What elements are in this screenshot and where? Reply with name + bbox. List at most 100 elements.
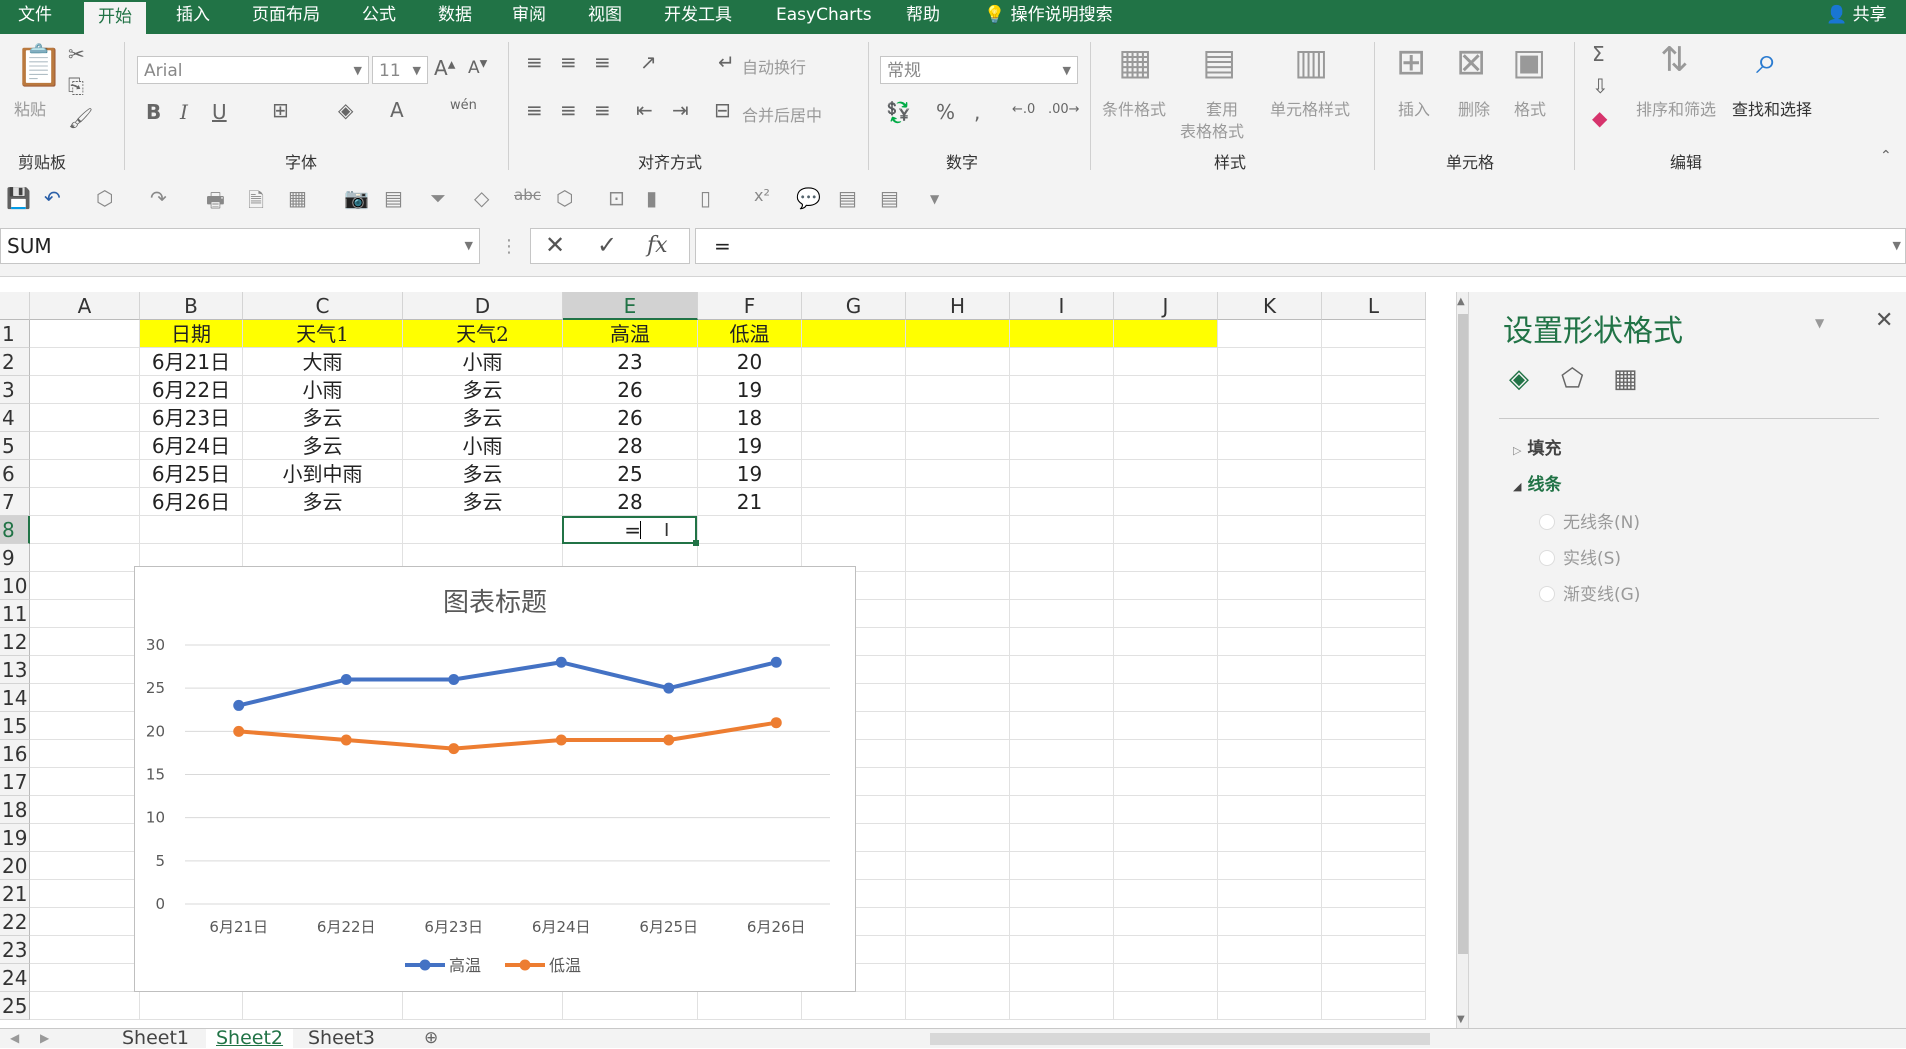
cell-h23[interactable] xyxy=(906,936,1010,964)
cell-j4[interactable] xyxy=(1114,404,1218,432)
cell-a7[interactable] xyxy=(30,488,140,516)
cell-c5[interactable]: 多云 xyxy=(243,432,403,460)
cell-i13[interactable] xyxy=(1010,656,1114,684)
find-select-button[interactable]: 查找和选择 xyxy=(1732,96,1812,120)
cell-j23[interactable] xyxy=(1114,936,1218,964)
tab-easycharts[interactable]: EasyCharts xyxy=(762,0,886,34)
add-sheet-icon[interactable]: ⊕ xyxy=(424,1029,438,1048)
align-bottom-icon[interactable]: ≡ xyxy=(594,50,611,74)
cell-i19[interactable] xyxy=(1010,824,1114,852)
format-icon[interactable]: ⊡ xyxy=(608,186,625,210)
cell-l10[interactable] xyxy=(1322,572,1426,600)
orientation-icon[interactable]: ↗ xyxy=(640,50,657,74)
row-header-21[interactable]: 21 xyxy=(0,880,30,908)
tab-view[interactable]: 视图 xyxy=(574,0,636,34)
cell-a23[interactable] xyxy=(30,936,140,964)
cell-a15[interactable] xyxy=(30,712,140,740)
increase-indent-icon[interactable]: ⇥ xyxy=(672,98,689,122)
row-header-7[interactable]: 7 xyxy=(0,488,30,516)
wrap-text-button[interactable]: 自动换行 xyxy=(742,54,806,78)
drag-handle-icon[interactable]: ⋮ xyxy=(500,236,518,257)
cell-a22[interactable] xyxy=(30,908,140,936)
filter-icon[interactable]: ⏷ xyxy=(430,186,446,210)
cut-icon[interactable]: ✂ xyxy=(68,42,85,66)
cell-i21[interactable] xyxy=(1010,880,1114,908)
cell-a20[interactable] xyxy=(30,852,140,880)
cell-h5[interactable] xyxy=(906,432,1010,460)
cell-a18[interactable] xyxy=(30,796,140,824)
cell-h18[interactable] xyxy=(906,796,1010,824)
increase-decimal-icon[interactable]: ←.0 xyxy=(1012,102,1035,117)
cell-l6[interactable] xyxy=(1322,460,1426,488)
column-header-l[interactable]: L xyxy=(1322,292,1426,320)
cell-b1[interactable]: 日期 xyxy=(140,320,243,348)
copy-icon[interactable]: ⎘ xyxy=(68,74,84,98)
cell-j11[interactable] xyxy=(1114,600,1218,628)
eraser-icon[interactable]: ◇ xyxy=(474,186,489,210)
wrap-text-icon[interactable]: ↵ xyxy=(718,50,735,74)
tab-file[interactable]: 文件 xyxy=(4,0,66,34)
cell-k3[interactable] xyxy=(1218,376,1322,404)
row-header-16[interactable]: 16 xyxy=(0,740,30,768)
cell-c2[interactable]: 大雨 xyxy=(243,348,403,376)
cell-j13[interactable] xyxy=(1114,656,1218,684)
fill-line-icon[interactable]: ◈ xyxy=(1509,364,1529,394)
cell-b2[interactable]: 6月21日 xyxy=(140,348,243,376)
cell-c7[interactable]: 多云 xyxy=(243,488,403,516)
cell-i24[interactable] xyxy=(1010,964,1114,992)
cell-k4[interactable] xyxy=(1218,404,1322,432)
strikethrough-icon[interactable]: abc xyxy=(514,186,541,204)
cell-e1[interactable]: 高温 xyxy=(563,320,698,348)
cell-b8[interactable] xyxy=(140,516,243,544)
number-format-combo[interactable]: 常规 ▼ xyxy=(880,56,1078,84)
tab-help[interactable]: 帮助 xyxy=(892,0,954,34)
line-chart[interactable]: 图表标题 0 5 10 15 20 25 30 6月21日 6月22日 6月23日 6月24日 6月25… xyxy=(134,566,856,992)
cell-e2[interactable]: 23 xyxy=(563,348,698,376)
row-header-20[interactable]: 20 xyxy=(0,852,30,880)
font-size-combo[interactable]: 11 ▼ xyxy=(372,56,428,84)
cell-h14[interactable] xyxy=(906,684,1010,712)
sheet-tab-sheet1[interactable]: Sheet1 xyxy=(122,1029,189,1048)
conditional-format-icon[interactable]: ▦ xyxy=(1118,42,1152,83)
cell-j19[interactable] xyxy=(1114,824,1218,852)
sheet-tab-sheet3[interactable]: Sheet3 xyxy=(308,1029,375,1048)
cell-g4[interactable] xyxy=(802,404,906,432)
cell-h25[interactable] xyxy=(906,992,1010,1020)
table2-icon[interactable]: ▤ xyxy=(838,186,857,210)
tab-data[interactable]: 数据 xyxy=(424,0,486,34)
cell-d25[interactable] xyxy=(403,992,563,1020)
fill-section-toggle[interactable]: ▷ 填充 xyxy=(1513,434,1561,459)
form-icon[interactable]: ▤ xyxy=(384,186,403,210)
cell-h11[interactable] xyxy=(906,600,1010,628)
cell-l13[interactable] xyxy=(1322,656,1426,684)
row-header-19[interactable]: 19 xyxy=(0,824,30,852)
cell-i2[interactable] xyxy=(1010,348,1114,376)
cell-f25[interactable] xyxy=(698,992,802,1020)
cell-c4[interactable]: 多云 xyxy=(243,404,403,432)
cell-a19[interactable] xyxy=(30,824,140,852)
cell-l3[interactable] xyxy=(1322,376,1426,404)
name-box[interactable]: SUM ▼ xyxy=(0,228,480,264)
formula-input[interactable]: = ▼ xyxy=(695,228,1906,264)
cell-h7[interactable] xyxy=(906,488,1010,516)
share-button[interactable]: 👤 共享 xyxy=(1812,0,1901,34)
cell-i3[interactable] xyxy=(1010,376,1114,404)
cell-k18[interactable] xyxy=(1218,796,1322,824)
cell-a25[interactable] xyxy=(30,992,140,1020)
cell-l22[interactable] xyxy=(1322,908,1426,936)
cell-j9[interactable] xyxy=(1114,544,1218,572)
cell-c6[interactable]: 小到中雨 xyxy=(243,460,403,488)
cell-l14[interactable] xyxy=(1322,684,1426,712)
export-icon[interactable]: 🗎 xyxy=(248,186,264,220)
cell-d3[interactable]: 多云 xyxy=(403,376,563,404)
format-cells-icon[interactable]: ▣ xyxy=(1512,42,1546,83)
cell-l1[interactable] xyxy=(1322,320,1426,348)
shapes2-icon[interactable]: ⬡ xyxy=(556,186,573,210)
cell-l18[interactable] xyxy=(1322,796,1426,824)
scroll-up-icon[interactable]: ▲ xyxy=(1457,296,1465,307)
cell-i17[interactable] xyxy=(1010,768,1114,796)
cell-a17[interactable] xyxy=(30,768,140,796)
cell-j10[interactable] xyxy=(1114,572,1218,600)
comment-icon[interactable]: 💬 xyxy=(796,186,821,210)
cell-k1[interactable] xyxy=(1218,320,1322,348)
